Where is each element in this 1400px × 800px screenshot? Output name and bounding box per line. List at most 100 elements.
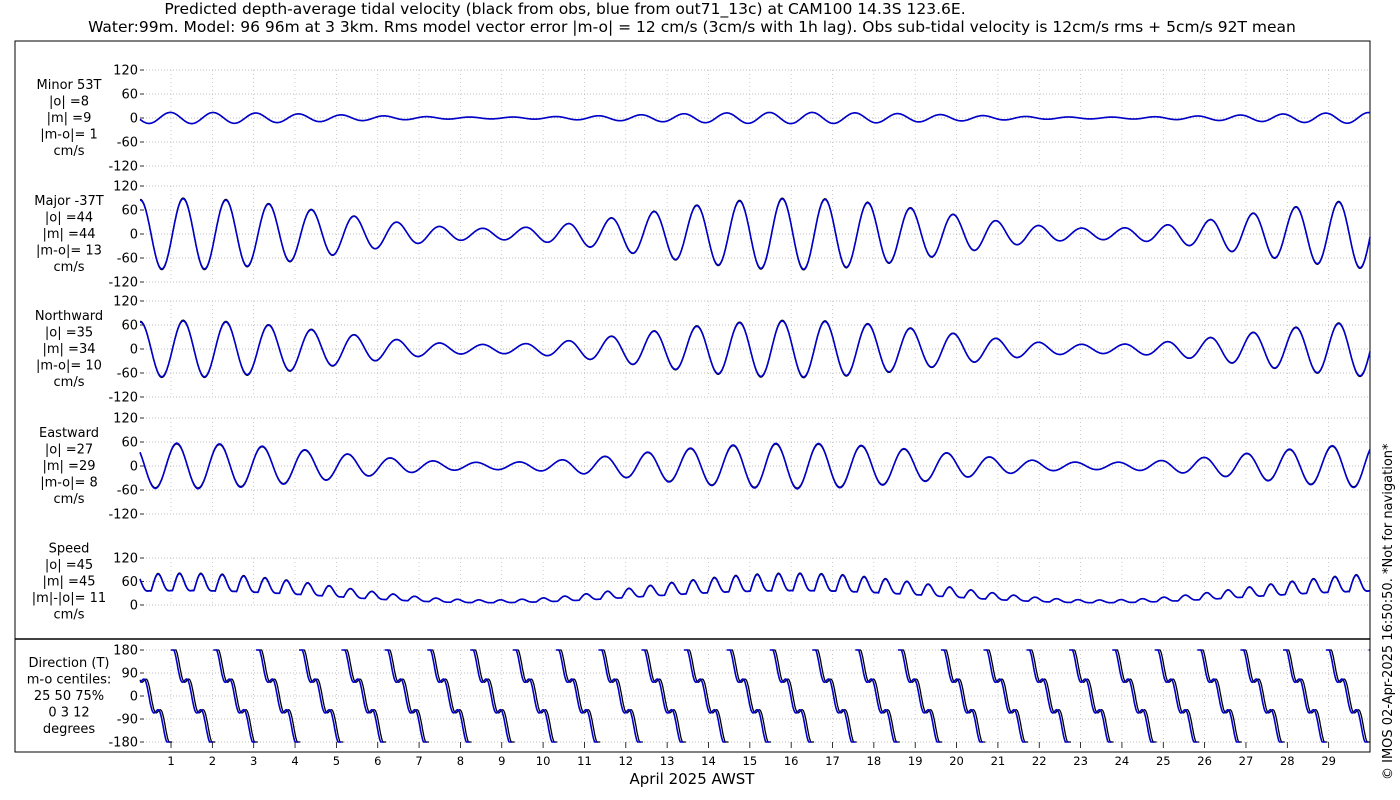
figure-title-line-2: Water:99m. Model: 96 96m at 3 3km. Rms m… [88,18,1296,36]
tidal-velocity-figure: Predicted depth-average tidal velocity (… [14,0,1396,788]
y-tick-label: -60 [117,367,138,382]
panel-label-line: |m-o|= 13 [36,244,102,259]
x-tick-label: 7 [415,754,422,768]
x-tick-label: 26 [1197,754,1212,768]
x-tick-label: 22 [1032,754,1047,768]
y-tick-label: 0 [130,599,138,614]
panel-label-line: m-o centiles: [27,673,112,688]
y-tick-label: 0 [130,343,138,358]
y-tick-label: 120 [113,295,138,310]
x-tick-label: 24 [1115,754,1130,768]
panel-label-line: |m| =44 [43,227,96,242]
x-tick-label: 6 [374,754,381,768]
panel-label-line: 0 3 12 [48,706,89,721]
y-tick-label: 60 [121,319,138,334]
x-tick-label: 16 [784,754,799,768]
x-tick-label: 18 [867,754,882,768]
panel-label-line: |m| =45 [43,575,96,590]
y-tick-label: -60 [117,484,138,499]
y-tick-label: -120 [108,160,138,175]
panel-label-line: |m-o|= 1 [40,128,98,143]
panel-label-line: |o| =27 [45,443,93,458]
panel-eastward: 120 60 0 -60 -120 Eastward |o| =27|m| =29 |m-o|… [39,412,1371,523]
panel-minor: 120 60 0 -60 -120 Minor 53T |o| =8|m| =9 |m-o|=… [37,64,1371,175]
x-tick-label: 23 [1073,754,1088,768]
panel-label-line: |o| =45 [45,558,93,573]
y-tick-label: 0 [130,112,138,127]
x-tick-label: 4 [291,754,298,768]
panel-label-line: Major -37T [34,194,103,209]
panel-label-line: |m| =9 [47,111,92,126]
x-tick-label: 29 [1321,754,1336,768]
panel-label-line: cm/s [54,260,85,275]
x-tick-label: 27 [1239,754,1254,768]
panel-label-line: |m|-|o|= 11 [32,591,106,606]
y-tick-label: 0 [130,228,138,243]
y-tick-label: -120 [108,276,138,291]
panel-major: 120 60 0 -60 -120 Major -37T |o| =44|m| =44 |m-… [34,180,1371,291]
x-tick-label: 20 [949,754,964,768]
panel-label-line: |o| =44 [45,211,93,226]
x-axis-ticks: 1 2 3 4 5 6 7 8 9 10 11 12 13 14 15 16 17 18 19 20 21 22 23 24 2… [167,742,1336,768]
y-tick-label: 180 [113,644,138,659]
x-axis-label: April 2025 AWST [630,770,756,788]
panel-label-line: cm/s [54,608,85,623]
x-tick-label: 8 [457,754,464,768]
x-tick-label: 19 [908,754,923,768]
y-tick-label: 0 [130,690,138,705]
y-tick-label: 120 [113,412,138,427]
y-tick-label: -60 [117,136,138,151]
x-tick-label: 11 [577,754,592,768]
x-tick-label: 2 [209,754,216,768]
panel-label-line: degrees [43,722,96,737]
x-tick-label: 10 [536,754,551,768]
panel-label-line: cm/s [54,492,85,507]
y-tick-label: -180 [108,736,138,751]
copyright-notice: © IMOS 02-Apr-2025 16:50:50. *Not for na… [1381,443,1396,780]
x-tick-label: 3 [250,754,257,768]
panel-label-line: cm/s [54,144,85,159]
panel-label-line: |m-o|= 10 [36,359,102,374]
panel-label-line: |m-o|= 8 [40,476,98,491]
panel-label-line: |m| =34 [43,342,96,357]
panel-northward: 120 60 0 -60 -120 Northward |o| =35|m| =34 |m-o… [35,295,1371,406]
x-tick-label: 17 [825,754,840,768]
panel-label-line: Northward [35,309,103,324]
panel-label-line: Minor 53T [37,78,102,93]
x-tick-label: 5 [333,754,340,768]
panel-label-line: 25 50 75% [34,689,104,704]
panel-direction: 180 90 0 -90 -180 Direction (T) m-o centiles:2… [27,644,1370,751]
x-tick-label: 14 [701,754,716,768]
panel-label-line: |m| =29 [43,459,96,474]
y-tick-label: 60 [121,204,138,219]
y-tick-label: 120 [113,180,138,195]
x-tick-label: 28 [1280,754,1295,768]
panel-speed: 120 60 0 Speed|o| =45 |m| =45|m|-|o|= 11 cm/s [32,542,1370,623]
y-tick-label: -60 [117,252,138,267]
x-tick-label: 15 [743,754,758,768]
panels-group: 120 60 0 -60 -120 Minor 53T |o| =8|m| =9 |m-o|=… [27,64,1371,751]
y-tick-label: -120 [108,391,138,406]
x-tick-label: 21 [991,754,1006,768]
y-tick-label: 60 [121,88,138,103]
x-tick-label: 9 [498,754,505,768]
panel-label-line: cm/s [54,375,85,390]
panel-label-line: Direction (T) [29,656,110,671]
y-tick-label: 90 [121,667,138,682]
y-tick-label: 120 [113,552,138,567]
x-tick-label: 1 [167,754,174,768]
y-tick-label: -120 [108,508,138,523]
x-tick-label: 12 [618,754,633,768]
panel-label-line: |o| =35 [45,326,93,341]
y-tick-label: 120 [113,64,138,79]
figure-title-line-1: Predicted depth-average tidal velocity (… [164,0,965,19]
series-model-speed [139,572,1370,604]
panel-label-line: Speed [49,542,90,557]
y-tick-label: -90 [117,713,138,728]
x-tick-label: 25 [1156,754,1171,768]
x-tick-label: 13 [660,754,675,768]
y-tick-label: 60 [121,575,138,590]
panel-label-line: Eastward [39,426,99,441]
y-tick-label: 0 [130,460,138,475]
panel-label-line: |o| =8 [49,95,89,110]
